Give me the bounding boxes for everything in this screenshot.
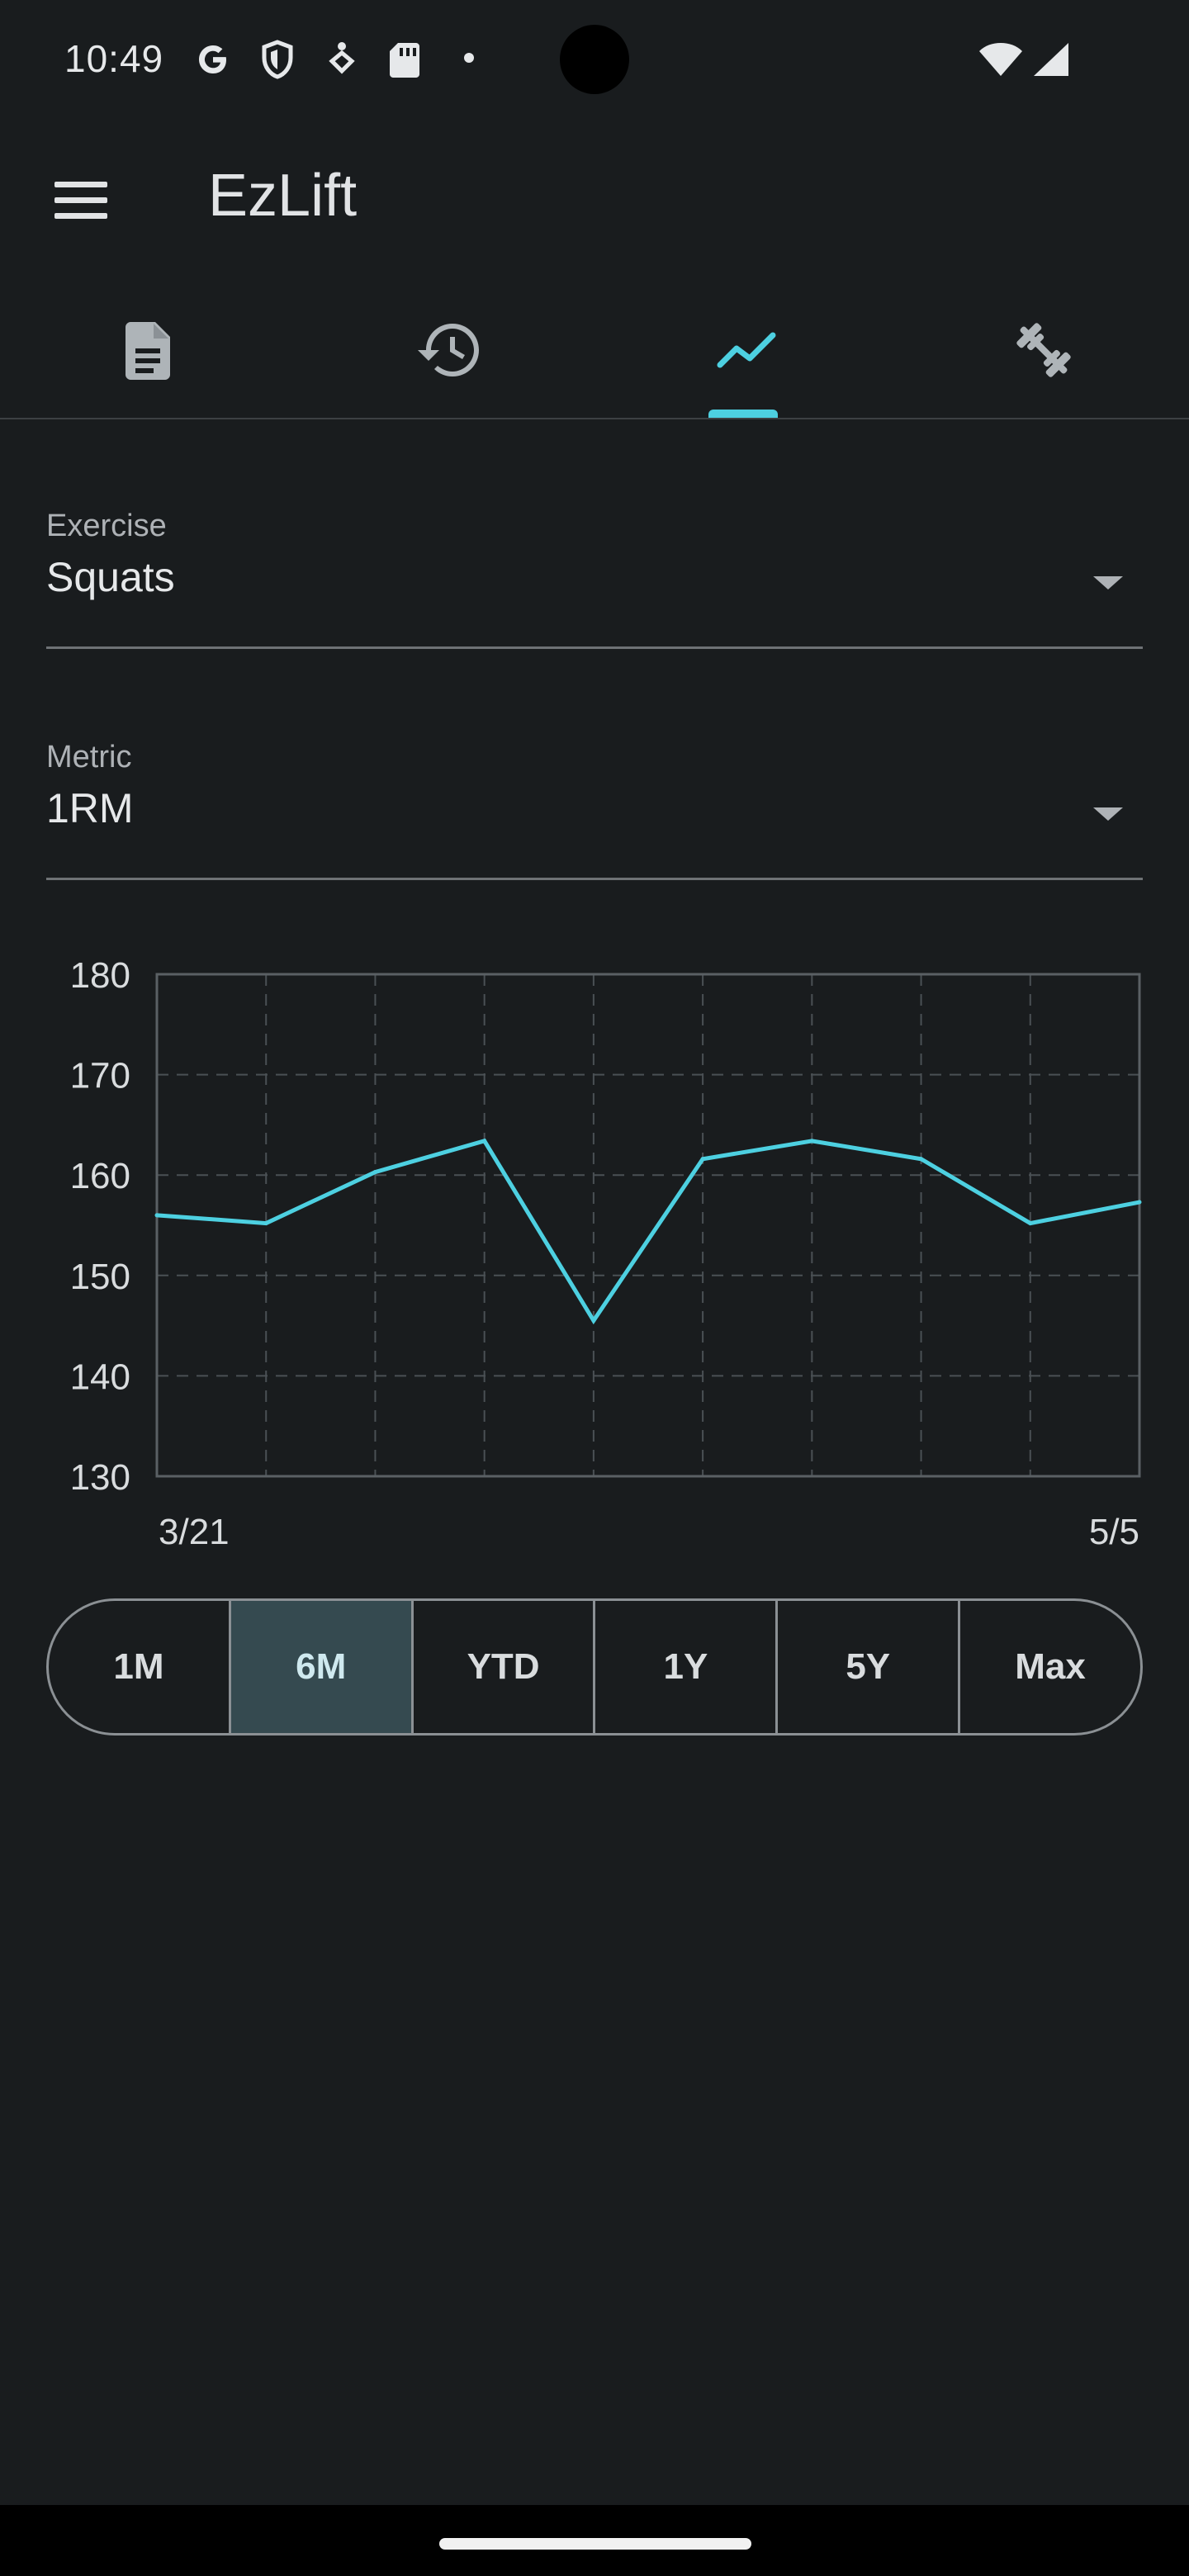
data-point	[700, 1157, 705, 1162]
metric-value: 1RM	[46, 785, 134, 831]
hamburger-menu-icon[interactable]	[48, 175, 114, 225]
series-line	[156, 1138, 1140, 1325]
dropdown-arrow-icon	[1093, 807, 1123, 821]
app-title: EzLift	[208, 163, 358, 229]
y-tick-label: 180	[70, 955, 130, 996]
tab-log[interactable]	[0, 281, 297, 418]
y-tick-label: 140	[70, 1357, 130, 1397]
data-point	[919, 1157, 924, 1162]
exercise-label: Exercise	[46, 509, 167, 543]
tab-progress[interactable]	[594, 281, 892, 418]
data-point	[1137, 1200, 1142, 1205]
dumbbell-icon	[1016, 323, 1071, 377]
range-option-5y[interactable]: 5Y	[778, 1601, 961, 1733]
data-point	[1028, 1221, 1033, 1226]
signal-icon	[1034, 43, 1068, 76]
data-point	[482, 1139, 487, 1144]
camera-cutout	[560, 25, 629, 94]
tabs-divider	[0, 418, 1189, 419]
range-option-6m[interactable]: 6M	[230, 1601, 414, 1733]
dot-icon	[464, 53, 474, 63]
range-option-1m[interactable]: 1M	[49, 1601, 231, 1733]
y-tick-label: 160	[70, 1156, 130, 1196]
tab-bar	[0, 281, 1189, 419]
metric-label: Metric	[46, 740, 132, 774]
google-icon	[199, 45, 226, 73]
range-option-1y[interactable]: 1Y	[595, 1601, 779, 1733]
metric-dropdown[interactable]: Metric 1RM	[46, 740, 1143, 880]
trending-icon	[717, 332, 776, 368]
data-point	[263, 1221, 268, 1226]
history-icon	[418, 324, 479, 376]
line-chart: 180 170 160 150 140 130 3/21 5/5	[70, 955, 1142, 1552]
plot-frame	[155, 973, 1141, 1478]
system-nav-bar	[0, 2505, 1189, 2576]
exercise-underline	[46, 646, 1143, 649]
home-gesture-pill[interactable]	[439, 2538, 751, 2550]
range-selector: 1M 6M YTD 1Y 5Y Max	[46, 1598, 1143, 1735]
y-tick-label: 170	[70, 1056, 130, 1096]
sd-card-icon	[390, 43, 419, 78]
metric-underline	[46, 878, 1143, 880]
exercise-value: Squats	[46, 554, 175, 600]
tab-exercises[interactable]	[892, 281, 1189, 418]
progress-chart: 180 170 160 150 140 130 3/21 5/5	[0, 941, 1189, 1569]
exercise-dropdown[interactable]: Exercise Squats	[46, 509, 1143, 649]
status-time: 10:49	[64, 37, 164, 80]
x-tick-label-end: 5/5	[1089, 1512, 1139, 1552]
data-point	[809, 1139, 814, 1144]
tab-selected-indicator	[708, 410, 778, 418]
dropdown-arrow-icon	[1093, 576, 1123, 590]
range-option-ytd[interactable]: YTD	[414, 1601, 596, 1733]
fitness-icon	[329, 42, 355, 74]
tab-history[interactable]	[297, 281, 594, 418]
range-option-max[interactable]: Max	[960, 1601, 1140, 1733]
data-point	[154, 1213, 159, 1218]
shield-icon	[262, 40, 293, 79]
wifi-icon	[979, 43, 1022, 76]
data-point	[591, 1319, 596, 1324]
document-icon	[126, 322, 170, 380]
x-tick-label-start: 3/21	[159, 1512, 230, 1552]
app-bar: EzLift	[0, 119, 1189, 281]
y-tick-label: 130	[70, 1457, 130, 1498]
y-tick-label: 150	[70, 1257, 130, 1297]
status-bar: 10:49	[0, 0, 1189, 119]
data-point	[372, 1170, 377, 1175]
